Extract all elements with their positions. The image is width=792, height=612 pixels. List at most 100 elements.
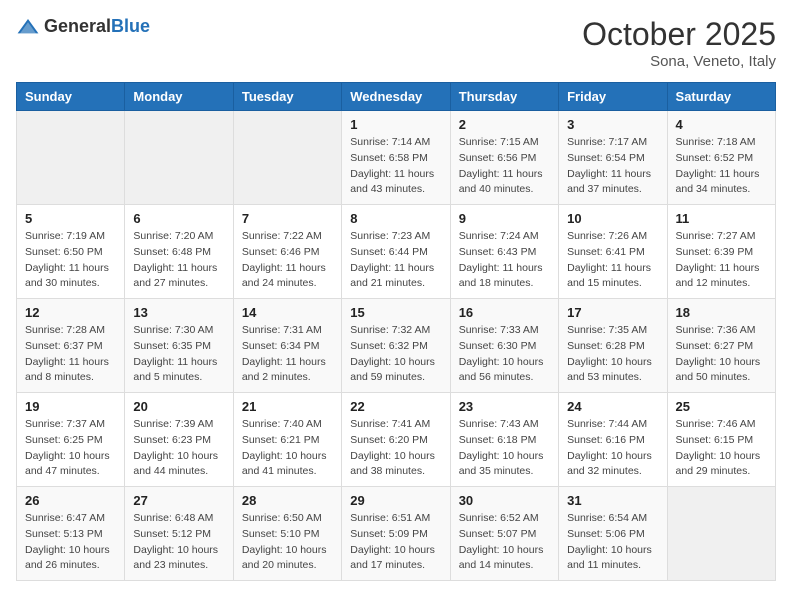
day-info: Sunrise: 6:47 AM Sunset: 5:13 PM Dayligh… [25, 511, 116, 574]
day-info: Sunrise: 6:54 AM Sunset: 5:06 PM Dayligh… [567, 511, 658, 574]
day-number: 19 [25, 399, 116, 414]
day-number: 20 [133, 399, 224, 414]
day-number: 24 [567, 399, 658, 414]
day-info: Sunrise: 6:48 AM Sunset: 5:12 PM Dayligh… [133, 511, 224, 574]
day-info: Sunrise: 6:52 AM Sunset: 5:07 PM Dayligh… [459, 511, 550, 574]
calendar-cell: 15Sunrise: 7:32 AM Sunset: 6:32 PM Dayli… [342, 299, 450, 393]
logo-general-text: General [44, 16, 111, 36]
day-info: Sunrise: 6:50 AM Sunset: 5:10 PM Dayligh… [242, 511, 333, 574]
day-number: 5 [25, 211, 116, 226]
calendar-cell: 30 Sunrise: 6:52 AM Sunset: 5:07 PM Dayli… [450, 487, 558, 581]
day-number: 7 [242, 211, 333, 226]
calendar-cell [667, 487, 775, 581]
calendar-week-row: 5 Sunrise: 7:19 AM Sunset: 6:50 PM Daylig… [17, 205, 776, 299]
day-info: Sunrise: 7:22 AM Sunset: 6:46 PM Dayligh… [242, 229, 333, 292]
day-number: 8 [350, 211, 441, 226]
day-info: Sunrise: 7:15 AM Sunset: 6:56 PM Dayligh… [459, 135, 550, 198]
calendar-cell: 18 Sunrise: 7:36 AM Sunset: 6:27 PM Dayli… [667, 299, 775, 393]
day-number: 11 [676, 211, 767, 226]
calendar-cell: 27Sunrise: 6:48 AM Sunset: 5:12 PM Dayli… [125, 487, 233, 581]
calendar-cell: 22 Sunrise: 7:41 AM Sunset: 6:20 PM Dayli… [342, 393, 450, 487]
day-number: 4 [676, 117, 767, 132]
calendar-cell: 6 Sunrise: 7:20 AM Sunset: 6:48 PM Daylig… [125, 205, 233, 299]
day-number: 9 [459, 211, 550, 226]
day-info: Sunrise: 7:35 AM Sunset: 6:28 PM Dayligh… [567, 323, 658, 386]
day-info: Sunrise: 7:33 AM Sunset: 6:30 PM Dayligh… [459, 323, 550, 386]
calendar-cell: 17 Sunrise: 7:35 AM Sunset: 6:28 PM Dayli… [559, 299, 667, 393]
day-number: 25 [676, 399, 767, 414]
calendar-cell [17, 111, 125, 205]
calendar-cell: 23 Sunrise: 7:43 AM Sunset: 6:18 PM Dayli… [450, 393, 558, 487]
calendar-week-row: 12Sunrise: 7:28 AM Sunset: 6:37 PM Dayli… [17, 299, 776, 393]
day-number: 17 [567, 305, 658, 320]
day-info: Sunrise: 7:41 AM Sunset: 6:20 PM Dayligh… [350, 417, 441, 480]
weekday-header-saturday: Saturday [667, 83, 775, 111]
weekday-header-tuesday: Tuesday [233, 83, 341, 111]
logo: GeneralBlue [16, 16, 150, 37]
day-info: Sunrise: 7:23 AM Sunset: 6:44 PM Dayligh… [350, 229, 441, 292]
day-number: 22 [350, 399, 441, 414]
day-info: Sunrise: 7:36 AM Sunset: 6:27 PM Dayligh… [676, 323, 767, 386]
day-info: Sunrise: 7:17 AM Sunset: 6:54 PM Dayligh… [567, 135, 658, 198]
calendar-cell: 2 Sunrise: 7:15 AM Sunset: 6:56 PM Daylig… [450, 111, 558, 205]
day-number: 6 [133, 211, 224, 226]
day-number: 3 [567, 117, 658, 132]
calendar-cell: 31 Sunrise: 6:54 AM Sunset: 5:06 PM Dayli… [559, 487, 667, 581]
day-number: 28 [242, 493, 333, 508]
calendar-cell: 7 Sunrise: 7:22 AM Sunset: 6:46 PM Daylig… [233, 205, 341, 299]
day-info: Sunrise: 7:30 AM Sunset: 6:35 PM Dayligh… [133, 323, 224, 386]
day-info: Sunrise: 7:19 AM Sunset: 6:50 PM Dayligh… [25, 229, 116, 292]
page-header: GeneralBlue October 2025 Sona, Veneto, I… [16, 16, 776, 70]
weekday-header-thursday: Thursday [450, 83, 558, 111]
calendar-cell: 10Sunrise: 7:26 AM Sunset: 6:41 PM Dayli… [559, 205, 667, 299]
day-info: Sunrise: 7:28 AM Sunset: 6:37 PM Dayligh… [25, 323, 116, 386]
calendar-cell: 11 Sunrise: 7:27 AM Sunset: 6:39 PM Dayli… [667, 205, 775, 299]
day-number: 31 [567, 493, 658, 508]
calendar-cell: 13Sunrise: 7:30 AM Sunset: 6:35 PM Dayli… [125, 299, 233, 393]
day-number: 26 [25, 493, 116, 508]
day-number: 14 [242, 305, 333, 320]
day-info: Sunrise: 7:31 AM Sunset: 6:34 PM Dayligh… [242, 323, 333, 386]
calendar-cell: 1Sunrise: 7:14 AM Sunset: 6:58 PM Daylig… [342, 111, 450, 205]
day-number: 18 [676, 305, 767, 320]
calendar-cell: 16 Sunrise: 7:33 AM Sunset: 6:30 PM Dayli… [450, 299, 558, 393]
calendar-cell: 5 Sunrise: 7:19 AM Sunset: 6:50 PM Daylig… [17, 205, 125, 299]
calendar-cell: 21Sunrise: 7:40 AM Sunset: 6:21 PM Dayli… [233, 393, 341, 487]
day-number: 29 [350, 493, 441, 508]
day-info: Sunrise: 7:20 AM Sunset: 6:48 PM Dayligh… [133, 229, 224, 292]
day-info: Sunrise: 7:32 AM Sunset: 6:32 PM Dayligh… [350, 323, 441, 386]
calendar-cell: 19Sunrise: 7:37 AM Sunset: 6:25 PM Dayli… [17, 393, 125, 487]
day-number: 21 [242, 399, 333, 414]
day-number: 23 [459, 399, 550, 414]
calendar-cell: 4 Sunrise: 7:18 AM Sunset: 6:52 PM Daylig… [667, 111, 775, 205]
title-block: October 2025 Sona, Veneto, Italy [582, 16, 776, 70]
calendar-cell: 28 Sunrise: 6:50 AM Sunset: 5:10 PM Dayli… [233, 487, 341, 581]
day-info: Sunrise: 7:43 AM Sunset: 6:18 PM Dayligh… [459, 417, 550, 480]
calendar-cell: 14 Sunrise: 7:31 AM Sunset: 6:34 PM Dayli… [233, 299, 341, 393]
calendar-cell: 3 Sunrise: 7:17 AM Sunset: 6:54 PM Daylig… [559, 111, 667, 205]
calendar-cell: 25Sunrise: 7:46 AM Sunset: 6:15 PM Dayli… [667, 393, 775, 487]
weekday-header-row: SundayMondayTuesdayWednesdayThursdayFrid… [17, 83, 776, 111]
day-info: Sunrise: 7:26 AM Sunset: 6:41 PM Dayligh… [567, 229, 658, 292]
day-info: Sunrise: 7:18 AM Sunset: 6:52 PM Dayligh… [676, 135, 767, 198]
calendar-cell: 20 Sunrise: 7:39 AM Sunset: 6:23 PM Dayli… [125, 393, 233, 487]
calendar-cell: 29Sunrise: 6:51 AM Sunset: 5:09 PM Dayli… [342, 487, 450, 581]
calendar-table: SundayMondayTuesdayWednesdayThursdayFrid… [16, 82, 776, 581]
weekday-header-monday: Monday [125, 83, 233, 111]
day-info: Sunrise: 7:39 AM Sunset: 6:23 PM Dayligh… [133, 417, 224, 480]
day-info: Sunrise: 7:27 AM Sunset: 6:39 PM Dayligh… [676, 229, 767, 292]
calendar-week-row: 26 Sunrise: 6:47 AM Sunset: 5:13 PM Dayli… [17, 487, 776, 581]
weekday-header-sunday: Sunday [17, 83, 125, 111]
calendar-cell: 24Sunrise: 7:44 AM Sunset: 6:16 PM Dayli… [559, 393, 667, 487]
calendar-cell: 9 Sunrise: 7:24 AM Sunset: 6:43 PM Daylig… [450, 205, 558, 299]
day-number: 30 [459, 493, 550, 508]
day-number: 2 [459, 117, 550, 132]
day-number: 16 [459, 305, 550, 320]
logo-icon [16, 17, 40, 37]
calendar-cell: 26 Sunrise: 6:47 AM Sunset: 5:13 PM Dayli… [17, 487, 125, 581]
weekday-header-wednesday: Wednesday [342, 83, 450, 111]
day-info: Sunrise: 7:24 AM Sunset: 6:43 PM Dayligh… [459, 229, 550, 292]
weekday-header-friday: Friday [559, 83, 667, 111]
calendar-week-row: 1Sunrise: 7:14 AM Sunset: 6:58 PM Daylig… [17, 111, 776, 205]
logo-blue-text: Blue [111, 16, 150, 36]
